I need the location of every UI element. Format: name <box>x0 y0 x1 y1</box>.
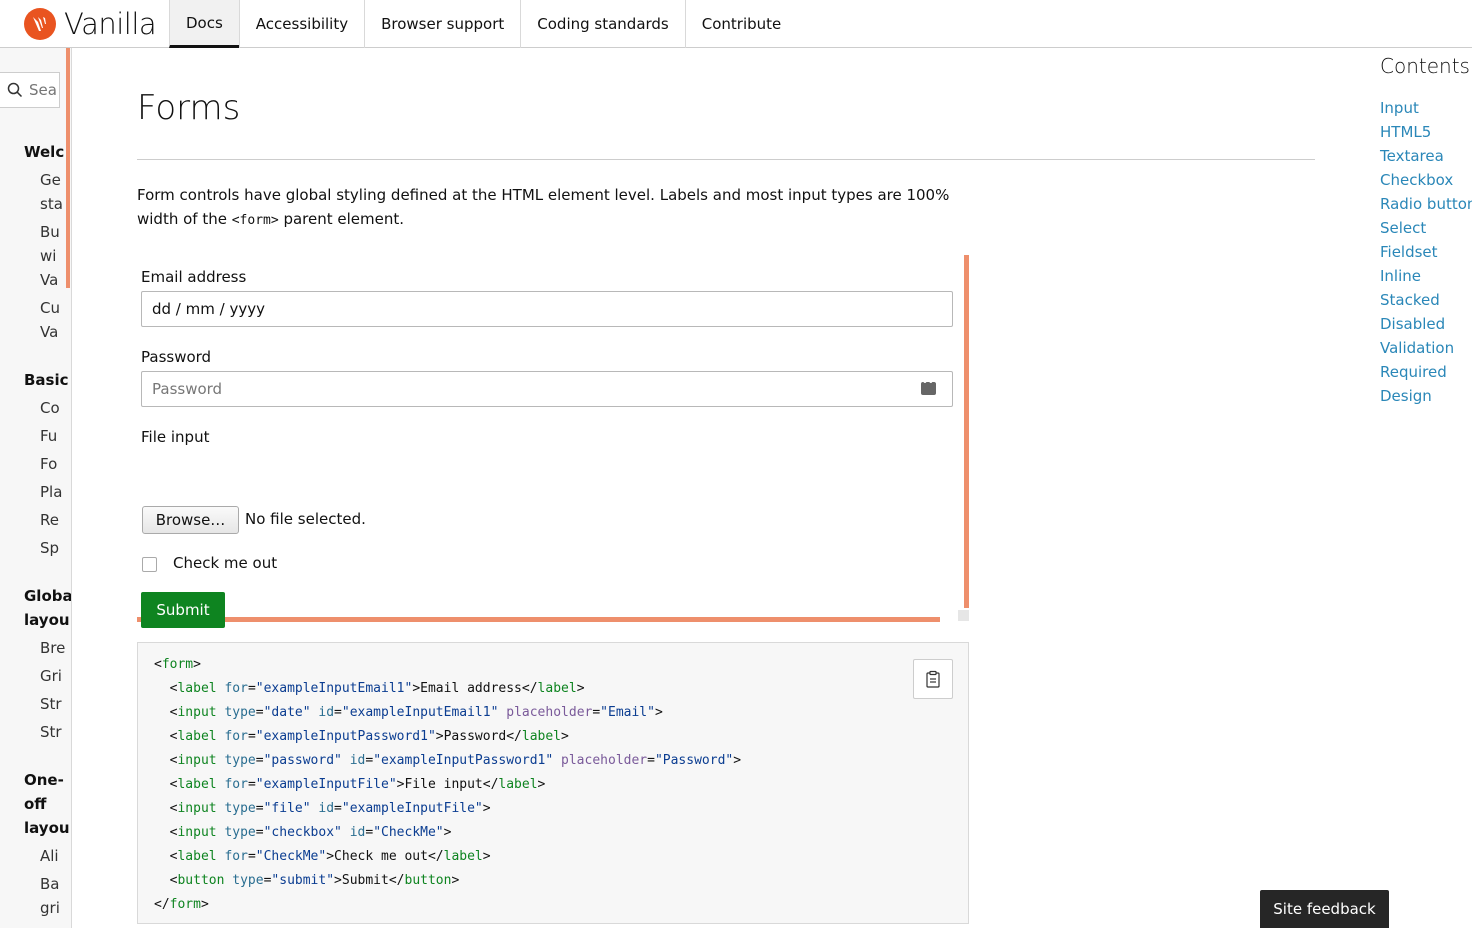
sidebar: Welc Ge sta Bu wi Va Cu Va Basic Co Fu F… <box>0 48 72 928</box>
nav-tabs: Docs Accessibility Browser support Codin… <box>169 0 797 48</box>
email-date-input[interactable]: dd / mm / yyyy <box>141 291 953 327</box>
toc-link-required[interactable]: Required <box>1380 360 1447 384</box>
browse-button[interactable]: Browse… <box>142 506 239 534</box>
toc-link-input[interactable]: Input <box>1380 96 1419 120</box>
sidebar-scroll-indicator[interactable] <box>66 48 70 288</box>
vanilla-logo[interactable]: Vanilla <box>24 7 157 41</box>
toc-link-radio-button[interactable]: Radio button <box>1380 192 1472 216</box>
toc-link-checkbox[interactable]: Checkbox <box>1380 168 1453 192</box>
sidebar-group-welcome[interactable]: Welc <box>24 140 64 164</box>
copy-code-button[interactable] <box>913 659 953 699</box>
sidebar-item[interactable]: Bre <box>40 636 65 660</box>
sidebar-item[interactable]: sta <box>40 192 63 216</box>
search-icon <box>0 82 29 98</box>
tab-browser-support[interactable]: Browser support <box>364 0 520 48</box>
code-line: <form> <box>154 657 201 672</box>
tab-contribute[interactable]: Contribute <box>684 0 798 48</box>
intro-text-after: parent element. <box>278 210 405 228</box>
sidebar-item[interactable]: Ge <box>40 168 61 192</box>
sidebar-group-one-off-layout[interactable]: One- <box>24 768 64 792</box>
password-input[interactable]: Password <box>141 371 953 407</box>
password-placeholder: Password <box>152 380 223 398</box>
page-title: Forms <box>137 88 241 128</box>
sidebar-group-one-off-layout-line3[interactable]: layou <box>24 816 70 840</box>
email-label: Email address <box>141 268 247 286</box>
top-navigation: Vanilla Docs Accessibility Browser suppo… <box>0 0 1472 48</box>
sidebar-item[interactable]: Sp <box>40 536 59 560</box>
code-line: <input type="date" id="exampleInputEmail… <box>154 705 663 720</box>
title-divider <box>137 159 1315 160</box>
code-line: <label for="exampleInputEmail1">Email ad… <box>154 681 585 696</box>
example-resize-edge-right[interactable] <box>964 255 969 608</box>
vanilla-logo-icon <box>24 8 56 40</box>
check-me-out-checkbox[interactable] <box>142 557 157 572</box>
toc-link-textarea[interactable]: Textarea <box>1380 144 1444 168</box>
search-input[interactable] <box>29 81 59 99</box>
toc-link-inline[interactable]: Inline <box>1380 264 1421 288</box>
sidebar-search[interactable] <box>0 72 60 108</box>
sidebar-item[interactable]: Str <box>40 720 62 744</box>
password-label: Password <box>141 348 212 366</box>
sidebar-item[interactable]: Co <box>40 396 60 420</box>
code-line: <label for="exampleInputFile">File input… <box>154 777 546 792</box>
intro-code: <form> <box>231 213 279 228</box>
toc-link-disabled[interactable]: Disabled <box>1380 312 1445 336</box>
sidebar-item[interactable]: Str <box>40 692 62 716</box>
toc-link-fieldset[interactable]: Fieldset <box>1380 240 1438 264</box>
form-example: Email address dd / mm / yyyy Password Pa… <box>137 255 969 628</box>
sidebar-item[interactable]: Pla <box>40 480 62 504</box>
code-line: </form> <box>154 897 209 912</box>
code-line: <input type="checkbox" id="CheckMe"> <box>154 825 452 840</box>
tab-accessibility[interactable]: Accessibility <box>238 0 364 48</box>
sidebar-item[interactable]: Gri <box>40 664 62 688</box>
sidebar-item[interactable]: wi <box>40 244 56 268</box>
toc-link-select[interactable]: Select <box>1380 216 1426 240</box>
example-resize-edge-bottom[interactable] <box>137 617 940 622</box>
code-line: <input type="file" id="exampleInputFile"… <box>154 801 491 816</box>
code-line: <input type="password" id="exampleInputP… <box>154 753 742 768</box>
sidebar-item[interactable]: Ali <box>40 844 59 868</box>
sidebar-group-one-off-layout-line2[interactable]: off <box>24 792 46 816</box>
sidebar-group-global-layout[interactable]: Globa <box>24 584 71 608</box>
check-me-out-label[interactable]: Check me out <box>173 554 277 572</box>
toc-link-design[interactable]: Design <box>1380 384 1432 408</box>
toc-link-validation[interactable]: Validation <box>1380 336 1454 360</box>
toc-title: Contents <box>1380 54 1470 78</box>
sidebar-item[interactable]: Ba <box>40 872 59 896</box>
sidebar-item[interactable]: Va <box>40 320 58 344</box>
tab-docs[interactable]: Docs <box>169 0 239 48</box>
sidebar-group-global-layout-line2[interactable]: layou <box>24 608 70 632</box>
intro-paragraph: Form controls have global styling define… <box>137 183 977 233</box>
sidebar-group-basic[interactable]: Basic <box>24 368 69 392</box>
toc-link-html5[interactable]: HTML5 <box>1380 120 1431 144</box>
file-input-label: File input <box>141 428 210 446</box>
email-date-value: dd / mm / yyyy <box>152 300 265 318</box>
submit-button[interactable]: Submit <box>141 592 225 628</box>
code-line: <label for="exampleInputPassword1">Passw… <box>154 729 569 744</box>
sidebar-item[interactable]: Va <box>40 268 58 292</box>
sidebar-item[interactable]: Cu <box>40 296 60 320</box>
sidebar-item[interactable]: Fo <box>40 452 57 476</box>
tab-coding-standards[interactable]: Coding standards <box>520 0 684 48</box>
sidebar-item[interactable]: Fu <box>40 424 57 448</box>
example-resize-handle[interactable] <box>958 610 969 621</box>
sidebar-item[interactable]: gri <box>40 896 60 920</box>
toc-link-stacked[interactable]: Stacked <box>1380 288 1440 312</box>
file-status: No file selected. <box>245 510 366 528</box>
sidebar-item[interactable]: Bu <box>40 220 60 244</box>
sidebar-item[interactable]: Re <box>40 508 59 532</box>
code-line: <label for="CheckMe">Check me out</label… <box>154 849 491 864</box>
password-manager-icon[interactable] <box>921 377 940 395</box>
logo-text: Vanilla <box>64 7 157 41</box>
site-feedback-button[interactable]: Site feedback <box>1260 890 1389 928</box>
code-example: <form> <label for="exampleInputEmail1">E… <box>137 642 969 924</box>
code-line: <button type="submit">Submit</button> <box>154 873 460 888</box>
clipboard-icon <box>926 670 940 688</box>
